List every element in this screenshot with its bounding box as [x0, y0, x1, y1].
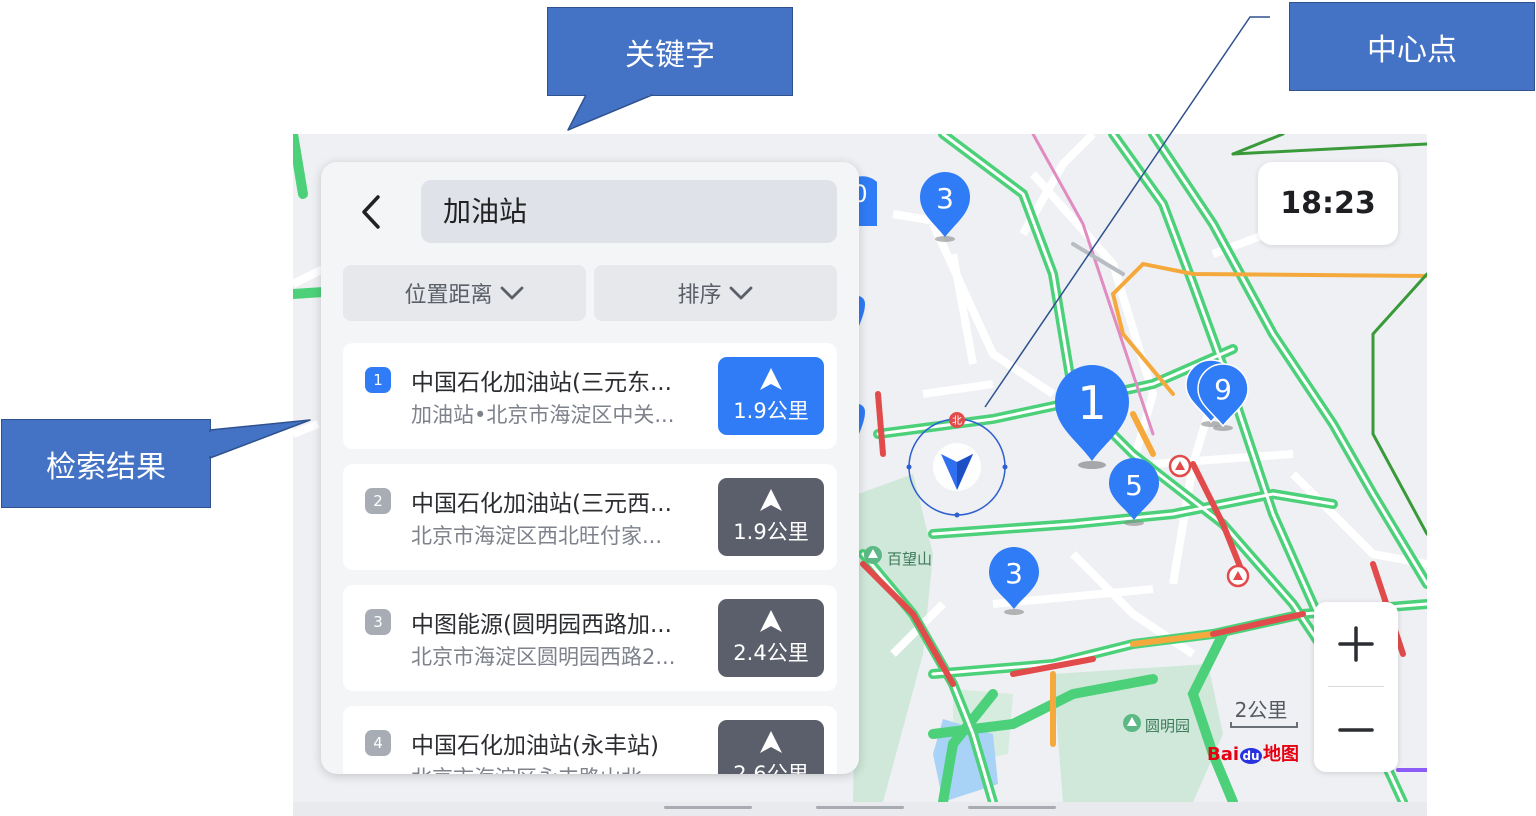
result-title: 中国石化加油站(三元东... [411, 370, 672, 396]
park-poi-icon [1123, 714, 1141, 732]
result-address: 北京市海淀区圆明园西路2... [411, 645, 676, 669]
zoom-divider [1328, 686, 1384, 687]
result-distance: 1.9公里 [733, 399, 809, 423]
result-distance: 2.4公里 [733, 641, 809, 665]
navigation-arrow-icon [760, 731, 782, 753]
result-card[interactable]: 2 中国石化加油站(三元西... 北京市海淀区西北旺付家... 1.9公里 [343, 464, 837, 570]
back-button[interactable] [351, 192, 391, 232]
result-card[interactable]: 3 中图能源(圆明园西路加... 北京市海淀区圆明园西路2... 2.4公里 [343, 585, 837, 691]
callout-results-text: 检索结果 [46, 449, 166, 485]
distance-filter-label: 位置距离 [404, 283, 493, 308]
minus-icon [1338, 728, 1374, 732]
app-screen: 北 3 0 1 5 3 9 百望山 圆明园 加油站 位置距离 排序 1 中国石化… [293, 134, 1427, 802]
chevron-left-icon [362, 195, 380, 229]
result-address: 北京市海淀区永丰路山北... [411, 762, 703, 774]
zoom-in-button[interactable] [1314, 602, 1398, 686]
result-card[interactable]: 4 中国石化加油站(永丰站) 北京市海淀区永丰路山北... 2.6公里 [343, 706, 837, 774]
callout-keyword: 关键字 [547, 7, 793, 96]
callout-keyword-text: 关键字 [625, 37, 715, 73]
result-title: 中图能源(圆明园西路加... [411, 612, 672, 638]
result-distance: 1.9公里 [733, 520, 809, 544]
nav-indicator[interactable] [968, 806, 1056, 809]
traffic-camera-icon [1168, 454, 1192, 478]
nav-indicator[interactable] [664, 806, 752, 809]
result-address: 加油站•北京市海淀区中关... [411, 403, 675, 427]
svg-text:5: 5 [1125, 469, 1143, 502]
sort-filter-dropdown[interactable]: 排序 [594, 265, 837, 321]
navigate-button[interactable]: 2.4公里 [718, 599, 824, 677]
svg-text:3: 3 [1005, 557, 1023, 590]
navigate-button[interactable]: 1.9公里 [718, 478, 824, 556]
search-input[interactable]: 加油站 [421, 180, 837, 243]
baidu-map-logo: Bai du 地图 [1207, 744, 1300, 765]
svg-text:1: 1 [1077, 376, 1106, 430]
zoom-out-button[interactable] [1314, 688, 1398, 772]
system-nav-bar [293, 802, 1427, 816]
map-label-yuanmingyuan: 圆明园 [1145, 717, 1191, 735]
result-index-badge: 4 [365, 730, 391, 756]
chevron-down-icon [729, 286, 752, 300]
map-scale-bar [1230, 722, 1298, 728]
callout-center-point: 中心点 [1289, 2, 1535, 91]
clock: 18:23 [1258, 162, 1398, 245]
search-panel: 加油站 位置距离 排序 1 中国石化加油站(三元东... 加油站•北京市海淀区中… [321, 162, 859, 774]
traffic-camera-icon [1226, 564, 1250, 588]
plus-icon [1338, 626, 1374, 662]
sort-filter-label: 排序 [677, 283, 722, 308]
svg-text:北: 北 [952, 415, 962, 427]
nav-indicator[interactable] [816, 806, 904, 809]
result-card[interactable]: 1 中国石化加油站(三元东... 加油站•北京市海淀区中关... 1.9公里 [343, 343, 837, 449]
result-index-badge: 3 [365, 609, 391, 635]
map-label-baiwangshan: 百望山 [887, 550, 933, 568]
result-title: 中国石化加油站(永丰站) [411, 733, 659, 759]
navigation-arrow-icon [760, 610, 782, 632]
map-scale-label: 2公里 [1234, 698, 1288, 722]
park-poi-icon [864, 546, 882, 564]
distance-filter-dropdown[interactable]: 位置距离 [343, 265, 586, 321]
navigate-button[interactable]: 2.6公里 [718, 720, 824, 774]
svg-text:3: 3 [936, 182, 954, 215]
result-title: 中国石化加油站(三元西... [411, 491, 672, 517]
zoom-control [1314, 602, 1398, 772]
navigate-button[interactable]: 1.9公里 [718, 357, 824, 435]
result-index-badge: 2 [365, 488, 391, 514]
result-index-badge: 1 [365, 367, 391, 393]
north-badge: 北 [949, 412, 965, 428]
result-distance: 2.6公里 [733, 762, 809, 774]
chevron-down-icon [500, 286, 523, 300]
svg-text:9: 9 [1214, 373, 1232, 406]
callout-search-results: 检索结果 [1, 419, 211, 508]
navigation-arrow-icon [760, 368, 782, 390]
navigation-arrow-icon [760, 489, 782, 511]
result-address: 北京市海淀区西北旺付家... [411, 524, 663, 548]
callout-center-text: 中心点 [1367, 32, 1457, 68]
